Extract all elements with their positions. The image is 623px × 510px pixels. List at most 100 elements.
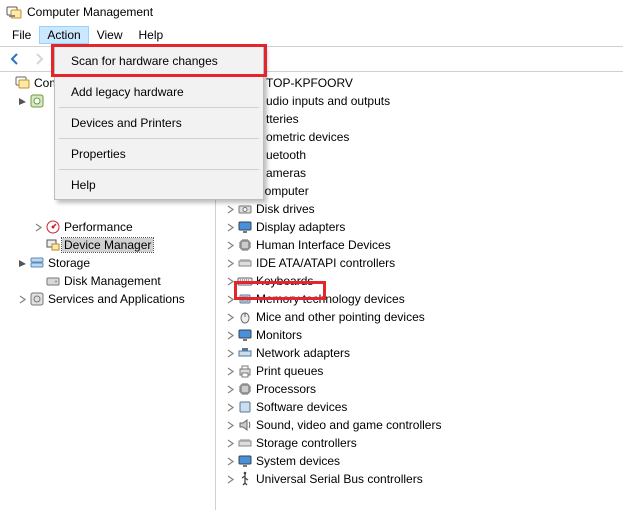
expander-closed-icon[interactable] (224, 455, 236, 467)
expander-closed-icon[interactable] (224, 293, 236, 305)
device-sound[interactable]: Sound, video and game controllers (216, 416, 623, 434)
device-label: Print queues (256, 364, 323, 378)
device-monitors[interactable]: Monitors (216, 326, 623, 344)
tree-disk-management[interactable]: Disk Management (0, 272, 215, 290)
device-ide[interactable]: IDE ATA/ATAPI controllers (216, 254, 623, 272)
device-label: Memory technology devices (256, 292, 405, 306)
device-label: Display adapters (256, 220, 345, 234)
menu-separator (59, 76, 259, 77)
forward-button[interactable] (28, 48, 50, 70)
expander-closed-icon[interactable] (224, 311, 236, 323)
expander-open-icon[interactable] (16, 257, 28, 269)
menu-separator (59, 169, 259, 170)
menu-devices-printers[interactable]: Devices and Printers (57, 111, 261, 135)
device-computer-name[interactable]: TOP-KPFOORV (216, 74, 623, 92)
expander-closed-icon[interactable] (224, 401, 236, 413)
monitor-icon (237, 327, 253, 343)
device-mice[interactable]: Mice and other pointing devices (216, 308, 623, 326)
performance-icon (45, 219, 61, 235)
device-label: Monitors (256, 328, 302, 342)
device-tree-pane[interactable]: TOP-KPFOORV udio inputs and outputs tter… (216, 72, 623, 510)
menu-properties[interactable]: Properties (57, 142, 261, 166)
expander-closed-icon[interactable] (224, 437, 236, 449)
printer-icon (237, 363, 253, 379)
device-processors[interactable]: Processors (216, 380, 623, 398)
tree-performance[interactable]: Performance (0, 218, 215, 236)
network-icon (237, 345, 253, 361)
system-tools-icon (29, 93, 45, 109)
device-bluetooth[interactable]: uetooth (216, 146, 623, 164)
action-dropdown-menu: Scan for hardware changes Add legacy har… (54, 46, 264, 200)
tree-services-apps[interactable]: Services and Applications (0, 290, 215, 308)
device-label: IDE ATA/ATAPI controllers (256, 256, 395, 270)
device-memory-tech[interactable]: Memory technology devices (216, 290, 623, 308)
menu-help[interactable]: Help (57, 173, 261, 197)
ide-icon (237, 255, 253, 271)
hid-icon (237, 237, 253, 253)
expander-closed-icon[interactable] (16, 293, 28, 305)
device-usb[interactable]: Universal Serial Bus controllers (216, 470, 623, 488)
device-audio[interactable]: udio inputs and outputs (216, 92, 623, 110)
device-disk-drives[interactable]: Disk drives (216, 200, 623, 218)
device-label: Software devices (256, 400, 347, 414)
system-icon (237, 453, 253, 469)
expander-closed-icon[interactable] (224, 221, 236, 233)
expander-closed-icon[interactable] (224, 473, 236, 485)
device-keyboards[interactable]: Keyboards (216, 272, 623, 290)
device-label: Sound, video and game controllers (256, 418, 441, 432)
software-icon (237, 399, 253, 415)
device-label: Keyboards (256, 274, 313, 288)
expander-closed-icon[interactable] (224, 203, 236, 215)
menu-scan-hardware[interactable]: Scan for hardware changes (57, 49, 261, 73)
device-hid[interactable]: Human Interface Devices (216, 236, 623, 254)
menu-action[interactable]: Action (39, 26, 88, 44)
menu-file[interactable]: File (4, 26, 39, 44)
storage-ctrl-icon (237, 435, 253, 451)
device-system-devices[interactable]: System devices (216, 452, 623, 470)
device-network[interactable]: Network adapters (216, 344, 623, 362)
expander-closed-icon[interactable] (224, 419, 236, 431)
services-icon (29, 291, 45, 307)
expander-closed-icon[interactable] (224, 383, 236, 395)
tree-storage[interactable]: Storage (0, 254, 215, 272)
expander-closed-icon[interactable] (224, 275, 236, 287)
expander-closed-icon[interactable] (224, 329, 236, 341)
tree-device-manager[interactable]: Device Manager (0, 236, 215, 254)
storage-icon (29, 255, 45, 271)
device-biometric[interactable]: ometric devices (216, 128, 623, 146)
expander-closed-icon[interactable] (224, 347, 236, 359)
menu-separator (59, 138, 259, 139)
menu-add-legacy[interactable]: Add legacy hardware (57, 80, 261, 104)
expander-closed-icon[interactable] (224, 257, 236, 269)
expander-open-icon[interactable] (16, 95, 28, 107)
device-label: System devices (256, 454, 340, 468)
device-computer[interactable]: Computer (216, 182, 623, 200)
expander-closed-icon[interactable] (224, 239, 236, 251)
mouse-icon (237, 309, 253, 325)
title-bar: Computer Management (0, 0, 623, 24)
device-display-adapters[interactable]: Display adapters (216, 218, 623, 236)
device-batteries[interactable]: tteries (216, 110, 623, 128)
menu-separator (59, 107, 259, 108)
disk-icon (237, 201, 253, 217)
device-print-queues[interactable]: Print queues (216, 362, 623, 380)
device-label: Human Interface Devices (256, 238, 391, 252)
keyboard-icon (237, 273, 253, 289)
device-cameras[interactable]: ameras (216, 164, 623, 182)
computer-management-icon (15, 75, 31, 91)
device-label: Processors (256, 382, 316, 396)
device-label: Mice and other pointing devices (256, 310, 425, 324)
device-manager-icon (45, 237, 61, 253)
expander-closed-icon[interactable] (224, 365, 236, 377)
disk-management-icon (45, 273, 61, 289)
expander-closed-icon[interactable] (32, 221, 44, 233)
menu-view[interactable]: View (89, 26, 131, 44)
device-label: Universal Serial Bus controllers (256, 472, 423, 486)
back-button[interactable] (4, 48, 26, 70)
menu-help[interactable]: Help (131, 26, 172, 44)
tree-label: Storage (48, 256, 90, 270)
device-software-devices[interactable]: Software devices (216, 398, 623, 416)
tree-label: Disk Management (64, 274, 161, 288)
device-storage-ctrl[interactable]: Storage controllers (216, 434, 623, 452)
tree-label: Services and Applications (48, 292, 185, 306)
